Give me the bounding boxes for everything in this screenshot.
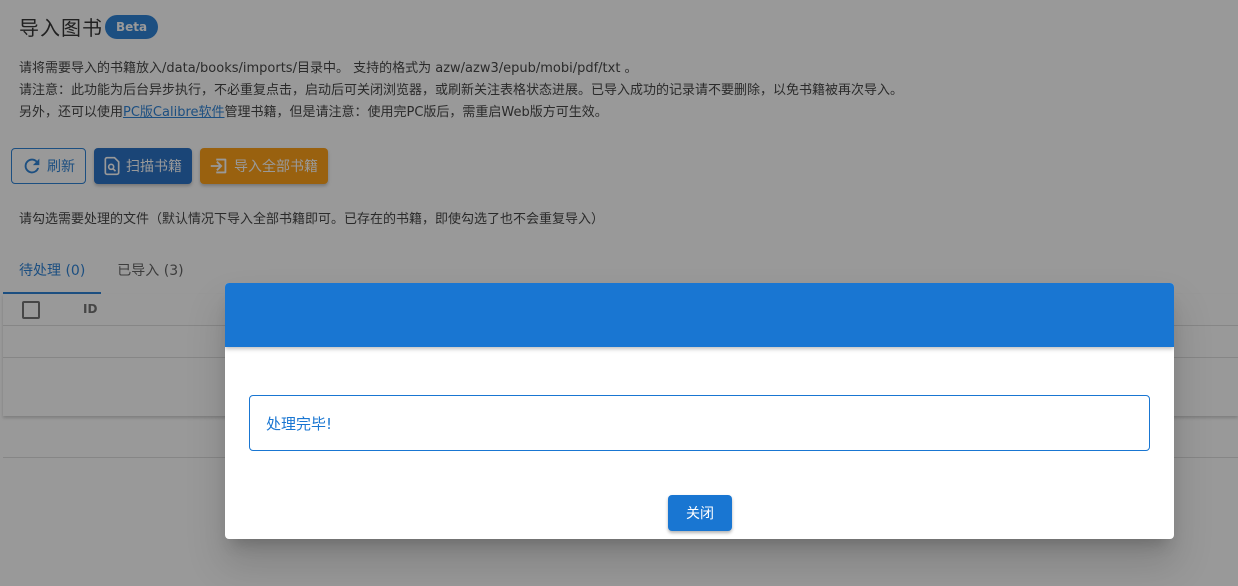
close-button[interactable]: 关闭 [668,495,732,531]
result-dialog: 处理完毕! 关闭 [225,283,1174,539]
dialog-header [225,283,1174,347]
dialog-message: 处理完毕! [249,395,1150,451]
